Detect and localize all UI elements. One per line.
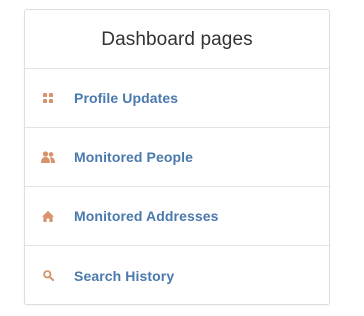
home-icon	[41, 209, 55, 223]
dashboard-pages-panel: Dashboard pages Profile Updates Monitore…	[24, 9, 330, 305]
nav-list: Profile Updates Monitored People Monitor…	[25, 69, 329, 305]
nav-label-monitored-people[interactable]: Monitored People	[74, 149, 193, 165]
grid-icon	[41, 91, 55, 105]
nav-item-monitored-addresses[interactable]: Monitored Addresses	[25, 187, 329, 246]
panel-title: Dashboard pages	[101, 29, 253, 50]
nav-item-search-history[interactable]: Search History	[25, 246, 329, 305]
nav-label-monitored-addresses[interactable]: Monitored Addresses	[74, 208, 219, 224]
users-icon	[41, 150, 55, 164]
search-icon	[41, 269, 55, 283]
nav-label-profile-updates[interactable]: Profile Updates	[74, 90, 178, 106]
nav-label-search-history[interactable]: Search History	[74, 268, 174, 284]
nav-item-monitored-people[interactable]: Monitored People	[25, 128, 329, 187]
panel-header: Dashboard pages	[25, 10, 329, 69]
nav-item-profile-updates[interactable]: Profile Updates	[25, 69, 329, 128]
